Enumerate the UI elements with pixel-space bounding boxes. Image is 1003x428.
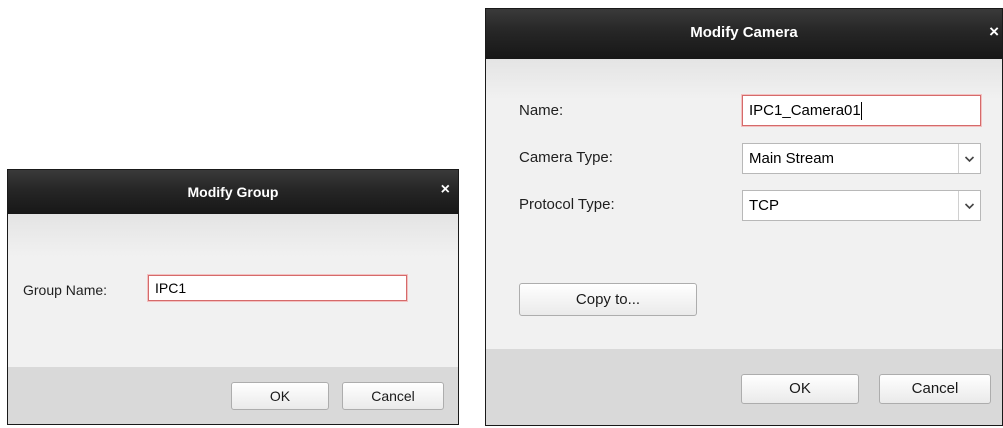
protocol-type-label: Protocol Type: xyxy=(519,196,615,213)
name-input[interactable]: IPC1_Camera01 xyxy=(742,95,981,126)
modify-group-title: Modify Group xyxy=(187,184,279,200)
modify-camera-title: Modify Camera xyxy=(690,24,798,41)
ok-button[interactable]: OK xyxy=(741,374,859,404)
text-caret xyxy=(860,102,862,121)
modify-group-dialog: Modify Group × Group Name: IPC1 OK Cance… xyxy=(7,169,459,425)
name-label: Name: xyxy=(519,102,564,119)
close-icon[interactable]: × xyxy=(989,22,999,42)
cancel-button[interactable]: Cancel xyxy=(342,382,444,410)
modify-camera-dialog: Modify Camera × Name: IPC1_Camera01 Came… xyxy=(485,8,1003,426)
chevron-down-icon[interactable] xyxy=(958,144,980,173)
ok-button[interactable]: OK xyxy=(231,382,329,410)
close-icon[interactable]: × xyxy=(441,181,450,199)
modify-camera-titlebar: Modify Camera xyxy=(486,9,1002,59)
modify-group-titlebar: Modify Group xyxy=(8,170,458,214)
copy-to-button[interactable]: Copy to... xyxy=(519,283,697,316)
camera-type-select[interactable]: Main Stream xyxy=(742,143,981,174)
chevron-down-icon[interactable] xyxy=(958,191,980,220)
protocol-type-select[interactable]: TCP xyxy=(742,190,981,221)
group-name-value: IPC1 xyxy=(155,280,187,296)
cancel-button[interactable]: Cancel xyxy=(879,374,991,404)
name-value: IPC1_Camera01 xyxy=(749,102,861,119)
camera-type-value: Main Stream xyxy=(749,150,835,167)
camera-type-label: Camera Type: xyxy=(519,149,613,166)
group-name-input[interactable]: IPC1 xyxy=(148,275,407,301)
group-name-label: Group Name: xyxy=(23,282,108,298)
protocol-type-value: TCP xyxy=(749,197,779,214)
